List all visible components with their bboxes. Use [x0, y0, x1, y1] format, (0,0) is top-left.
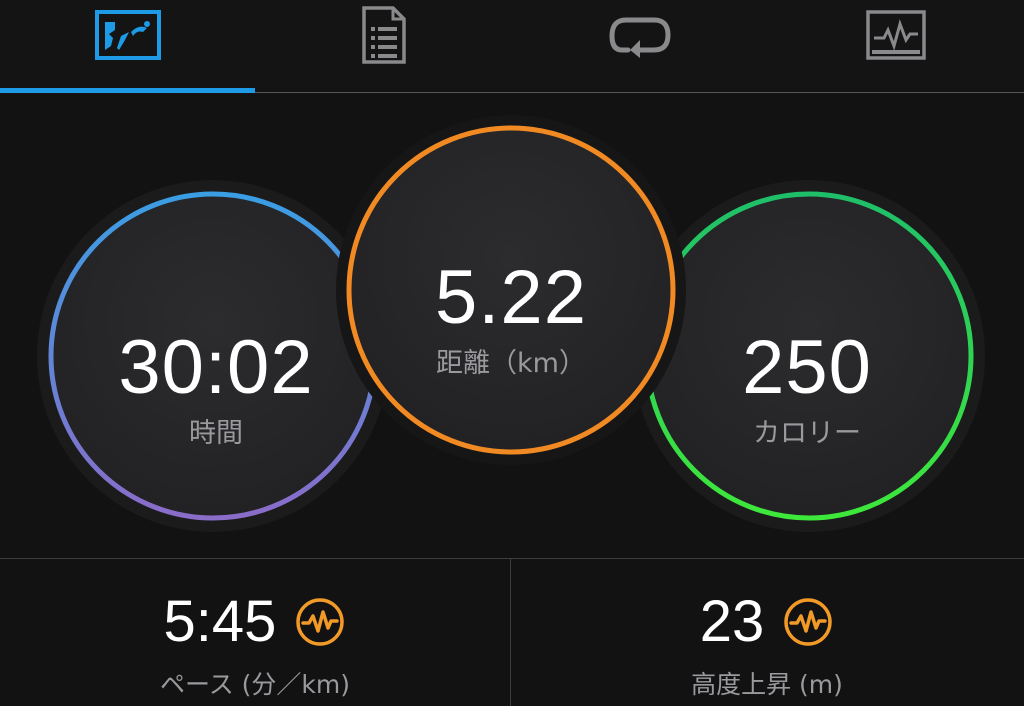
- bottom-stats: 5:45 ペース (分／km) 23 高度上昇 (m): [0, 558, 1024, 706]
- elevation-label: 高度上昇 (m): [691, 670, 843, 699]
- summary-icon: [95, 10, 161, 60]
- calories-value: 250: [742, 325, 872, 410]
- heart-rate-chart-icon[interactable]: [782, 596, 834, 648]
- tab-details[interactable]: [256, 0, 512, 94]
- time-value: 30:02: [118, 325, 314, 410]
- tab-laps[interactable]: [512, 0, 768, 94]
- tab-bar-divider: [255, 92, 1024, 93]
- stats-divider: [510, 559, 511, 706]
- elevation-stat[interactable]: 23 高度上昇 (m): [512, 559, 1022, 706]
- tab-bar: [0, 0, 1024, 94]
- distance-value: 5.22: [435, 255, 587, 340]
- distance-stat: 5.22 距離（km）: [435, 255, 587, 379]
- summary-circles: 30:02 時間 5.22 距離（km） 250 カロリー: [0, 94, 1024, 558]
- tab-graphs[interactable]: [768, 0, 1024, 94]
- time-label: 時間: [189, 418, 243, 449]
- active-tab-indicator: [0, 88, 255, 93]
- pace-label: ペース (分／km): [159, 670, 351, 699]
- distance-label: 距離（km）: [436, 348, 586, 379]
- calories-label: カロリー: [753, 418, 861, 449]
- pace-stat[interactable]: 5:45 ペース (分／km): [0, 559, 510, 706]
- pace-value: 5:45: [163, 589, 277, 654]
- calories-stat: 250 カロリー: [742, 325, 872, 449]
- laps-icon: [609, 17, 671, 58]
- heart-rate-chart-icon[interactable]: [294, 596, 346, 648]
- time-stat: 30:02 時間: [118, 325, 314, 449]
- tab-summary[interactable]: [0, 0, 256, 94]
- details-list-icon: [362, 6, 406, 64]
- graph-icon: [866, 10, 926, 60]
- elevation-value: 23: [699, 589, 765, 654]
